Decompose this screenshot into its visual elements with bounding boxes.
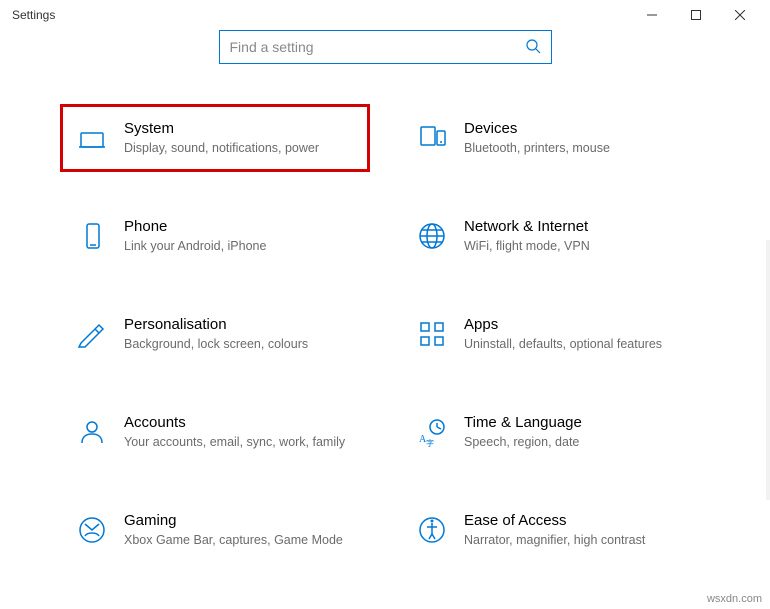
window-buttons: [630, 0, 762, 30]
phone-icon: [72, 216, 112, 256]
window-title: Settings: [8, 8, 630, 22]
search-container: [0, 30, 770, 64]
tile-title: Apps: [464, 316, 698, 333]
scrollbar[interactable]: [766, 240, 770, 500]
close-button[interactable]: [718, 0, 762, 30]
ease-of-access-icon: [412, 510, 452, 550]
gaming-icon: [72, 510, 112, 550]
personalisation-icon: [72, 314, 112, 354]
search-box[interactable]: [219, 30, 552, 64]
watermark: wsxdn.com: [707, 593, 762, 605]
tile-desc: WiFi, flight mode, VPN: [464, 238, 698, 255]
maximize-button[interactable]: [674, 0, 718, 30]
tile-desc: Your accounts, email, sync, work, family: [124, 434, 358, 451]
tile-system[interactable]: System Display, sound, notifications, po…: [60, 104, 370, 172]
tile-title: Phone: [124, 218, 358, 235]
titlebar: Settings: [0, 0, 770, 30]
network-icon: [412, 216, 452, 256]
search-icon: [525, 38, 541, 57]
tile-title: Accounts: [124, 414, 358, 431]
tile-title: Gaming: [124, 512, 358, 529]
tile-desc: Speech, region, date: [464, 434, 698, 451]
tile-title: Ease of Access: [464, 512, 698, 529]
search-input[interactable]: [230, 39, 525, 55]
tile-title: Personalisation: [124, 316, 358, 333]
tile-title: System: [124, 120, 358, 137]
tile-desc: Uninstall, defaults, optional features: [464, 336, 698, 353]
tile-desc: Display, sound, notifications, power: [124, 140, 358, 157]
tile-title: Network & Internet: [464, 218, 698, 235]
tile-desc: Narrator, magnifier, high contrast: [464, 532, 698, 549]
system-icon: [72, 118, 112, 158]
time-language-icon: [412, 412, 452, 452]
tile-time[interactable]: Time & Language Speech, region, date: [400, 398, 710, 466]
devices-icon: [412, 118, 452, 158]
tile-desc: Bluetooth, printers, mouse: [464, 140, 698, 157]
tile-desc: Background, lock screen, colours: [124, 336, 358, 353]
tile-gaming[interactable]: Gaming Xbox Game Bar, captures, Game Mod…: [60, 496, 370, 564]
accounts-icon: [72, 412, 112, 452]
tile-devices[interactable]: Devices Bluetooth, printers, mouse: [400, 104, 710, 172]
tile-accounts[interactable]: Accounts Your accounts, email, sync, wor…: [60, 398, 370, 466]
settings-grid: System Display, sound, notifications, po…: [0, 64, 770, 564]
tile-phone[interactable]: Phone Link your Android, iPhone: [60, 202, 370, 270]
minimize-button[interactable]: [630, 0, 674, 30]
tile-ease[interactable]: Ease of Access Narrator, magnifier, high…: [400, 496, 710, 564]
tile-title: Time & Language: [464, 414, 698, 431]
tile-desc: Xbox Game Bar, captures, Game Mode: [124, 532, 358, 549]
apps-icon: [412, 314, 452, 354]
tile-network[interactable]: Network & Internet WiFi, flight mode, VP…: [400, 202, 710, 270]
tile-desc: Link your Android, iPhone: [124, 238, 358, 255]
tile-title: Devices: [464, 120, 698, 137]
tile-apps[interactable]: Apps Uninstall, defaults, optional featu…: [400, 300, 710, 368]
tile-personalisation[interactable]: Personalisation Background, lock screen,…: [60, 300, 370, 368]
